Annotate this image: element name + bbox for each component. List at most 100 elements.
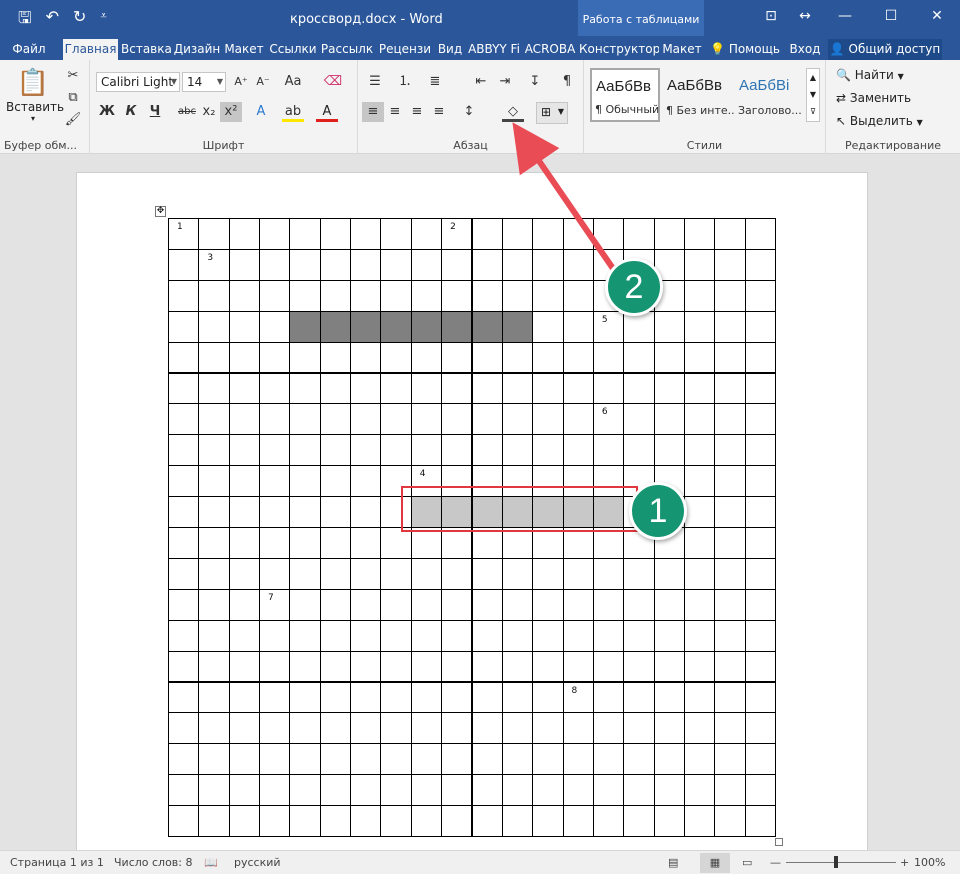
crossword-cell[interactable] <box>471 279 503 312</box>
crossword-cell[interactable] <box>410 805 443 837</box>
crossword-cell[interactable]: 2 <box>441 218 473 250</box>
crossword-cell[interactable] <box>168 743 200 776</box>
crossword-cell[interactable] <box>259 496 291 528</box>
crossword-cell[interactable] <box>744 434 776 467</box>
crossword-cell[interactable] <box>410 619 443 652</box>
crossword-cell[interactable] <box>744 279 776 312</box>
redo-icon[interactable]: ↻ <box>73 7 86 34</box>
increase-indent-icon[interactable]: ⇥ <box>494 72 516 92</box>
web-layout-icon[interactable]: ▭ <box>742 856 752 869</box>
font-name-select[interactable]: Calibri Light ▼ <box>96 72 180 92</box>
crossword-cell[interactable] <box>653 805 685 837</box>
crossword-cell[interactable] <box>319 218 352 250</box>
crossword-cell[interactable] <box>259 681 291 714</box>
crossword-cell[interactable] <box>289 650 321 683</box>
crossword-cell[interactable] <box>744 743 776 776</box>
crossword-cell[interactable] <box>259 218 291 250</box>
crossword-cell[interactable] <box>623 712 655 745</box>
crossword-cell[interactable] <box>410 774 443 807</box>
crossword-cell[interactable] <box>350 248 382 281</box>
style-normal[interactable]: АаБбВв ¶ Обычный <box>590 68 660 122</box>
crossword-cell[interactable] <box>653 743 685 776</box>
zoom-in-button[interactable]: + <box>900 856 909 869</box>
crossword-cell[interactable] <box>471 434 503 467</box>
crossword-cell[interactable] <box>471 248 503 281</box>
crossword-cell[interactable] <box>289 805 321 837</box>
crossword-cell[interactable] <box>653 403 685 436</box>
crossword-cell[interactable] <box>683 310 716 343</box>
crossword-cell[interactable] <box>168 588 200 621</box>
crossword-cell[interactable] <box>592 650 625 683</box>
crossword-cell[interactable] <box>228 527 261 559</box>
crossword-cell[interactable] <box>319 557 352 590</box>
crossword-cell[interactable] <box>350 434 382 467</box>
crossword-cell[interactable]: 3 <box>198 248 230 281</box>
crossword-cell[interactable] <box>501 434 534 467</box>
crossword-cell[interactable] <box>350 218 382 250</box>
crossword-cell[interactable] <box>532 681 564 714</box>
crossword-cell[interactable] <box>259 712 291 745</box>
crossword-cell[interactable] <box>228 403 261 436</box>
crossword-cell[interactable]: 5 <box>592 310 625 343</box>
crossword-cell[interactable] <box>168 341 200 374</box>
crossword-cell[interactable] <box>471 650 503 683</box>
crossword-cell[interactable] <box>683 248 716 281</box>
crossword-cell[interactable] <box>592 218 625 250</box>
crossword-cell[interactable] <box>623 218 655 250</box>
crossword-cell[interactable] <box>562 619 594 652</box>
crossword-cell[interactable] <box>532 248 564 281</box>
crossword-cell[interactable] <box>532 712 564 745</box>
crossword-cell[interactable] <box>532 557 564 590</box>
crossword-cell[interactable] <box>532 588 564 621</box>
crossword-cell[interactable] <box>592 557 625 590</box>
crossword-cell[interactable] <box>289 403 321 436</box>
highlight-icon[interactable]: ab <box>282 102 304 122</box>
tab-abbyy[interactable]: ABBYY Fi <box>466 39 522 60</box>
crossword-cell[interactable] <box>744 403 776 436</box>
tab-help[interactable]: 💡 Помощь <box>708 39 782 60</box>
crossword-cell[interactable] <box>350 774 382 807</box>
crossword-cell[interactable] <box>501 650 534 683</box>
crossword-cell[interactable] <box>562 310 594 343</box>
crossword-cell[interactable] <box>228 218 261 250</box>
crossword-cell[interactable] <box>471 557 503 590</box>
crossword-cell[interactable] <box>350 403 382 436</box>
crossword-cell[interactable] <box>228 774 261 807</box>
crossword-cell[interactable] <box>683 527 716 559</box>
italic-button[interactable]: К <box>120 102 142 122</box>
tab-references[interactable]: Ссылки <box>267 39 319 60</box>
crossword-cell[interactable] <box>714 403 746 436</box>
crossword-cell[interactable] <box>441 774 473 807</box>
crossword-cell[interactable] <box>714 619 746 652</box>
crossword-cell[interactable] <box>410 341 443 374</box>
crossword-cell[interactable] <box>228 496 261 528</box>
crossword-cell[interactable] <box>623 557 655 590</box>
crossword-cell[interactable] <box>714 557 746 590</box>
crossword-cell[interactable] <box>562 805 594 837</box>
crossword-cell[interactable] <box>683 341 716 374</box>
crossword-cell[interactable] <box>198 774 230 807</box>
crossword-cell[interactable] <box>471 310 503 343</box>
crossword-cell[interactable] <box>168 496 200 528</box>
crossword-cell[interactable] <box>380 681 412 714</box>
crossword-cell[interactable] <box>228 650 261 683</box>
crossword-cell[interactable] <box>562 557 594 590</box>
crossword-cell[interactable] <box>319 434 352 467</box>
crossword-cell[interactable] <box>653 681 685 714</box>
crossword-cell[interactable] <box>714 588 746 621</box>
crossword-cell[interactable] <box>653 712 685 745</box>
paste-button[interactable]: 📋 Вставить ▾ <box>6 66 64 130</box>
crossword-cell[interactable] <box>592 619 625 652</box>
crossword-cell[interactable] <box>714 650 746 683</box>
crossword-cell[interactable] <box>683 712 716 745</box>
tab-design[interactable]: Дизайн <box>172 39 222 60</box>
crossword-cell[interactable] <box>319 279 352 312</box>
crossword-cell[interactable] <box>562 372 594 405</box>
crossword-cell[interactable] <box>410 310 443 343</box>
share-button[interactable]: 👤 Общий доступ <box>828 39 942 60</box>
tab-acrobat[interactable]: ACROBA <box>524 39 576 60</box>
tab-mailings[interactable]: Рассылк <box>320 39 374 60</box>
tab-view[interactable]: Вид <box>436 39 464 60</box>
superscript-button[interactable]: x² <box>220 102 242 122</box>
crossword-cell[interactable] <box>380 218 412 250</box>
